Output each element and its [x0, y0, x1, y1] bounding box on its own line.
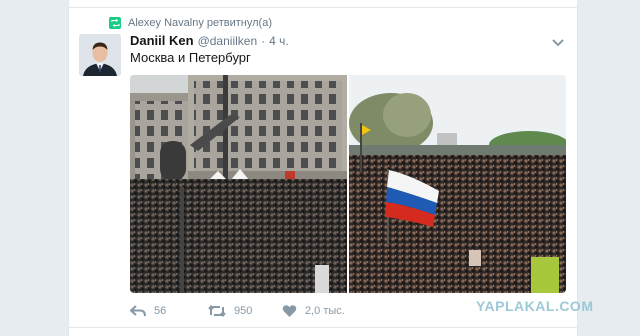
- like-button[interactable]: 2,0 тыс.: [282, 304, 372, 318]
- media-grid: [130, 75, 566, 293]
- watermark-text: YAPLAKAL.COM: [476, 298, 594, 314]
- separator-dot: ·: [261, 34, 266, 48]
- like-count: 2,0 тыс.: [305, 305, 345, 317]
- retweet-context[interactable]: Alexey Navalny ретвитнул(а): [109, 16, 272, 30]
- reply-icon: [130, 305, 146, 317]
- retweet-action-icon: [208, 304, 226, 318]
- tweet-text: Москва и Петербург: [130, 50, 251, 65]
- tweet-card[interactable]: Alexey Navalny ретвитнул(а) Daniil Ken @…: [68, 0, 578, 336]
- reply-count: 56: [154, 305, 167, 317]
- retweet-count: 950: [234, 305, 253, 317]
- tweet-header: Daniil Ken @daniilken · 4 ч.: [130, 33, 289, 49]
- photo-petersburg[interactable]: [349, 75, 566, 293]
- retweet-label[interactable]: Alexey Navalny ретвитнул(а): [128, 17, 272, 29]
- reply-button[interactable]: 56: [130, 304, 208, 318]
- author-handle[interactable]: @daniilken: [198, 34, 258, 48]
- retweet-button[interactable]: 950: [208, 304, 282, 318]
- author-name[interactable]: Daniil Ken: [130, 33, 194, 48]
- heart-icon: [282, 305, 297, 317]
- caret-down-icon[interactable]: [551, 36, 565, 48]
- divider: [69, 327, 577, 328]
- photo-moscow[interactable]: [130, 75, 347, 293]
- avatar[interactable]: [79, 34, 121, 76]
- timestamp[interactable]: 4 ч.: [269, 34, 289, 48]
- divider: [69, 7, 577, 8]
- tweet-actions: 56 950 2,0 тыс.: [130, 302, 372, 320]
- retweet-icon: [109, 17, 121, 29]
